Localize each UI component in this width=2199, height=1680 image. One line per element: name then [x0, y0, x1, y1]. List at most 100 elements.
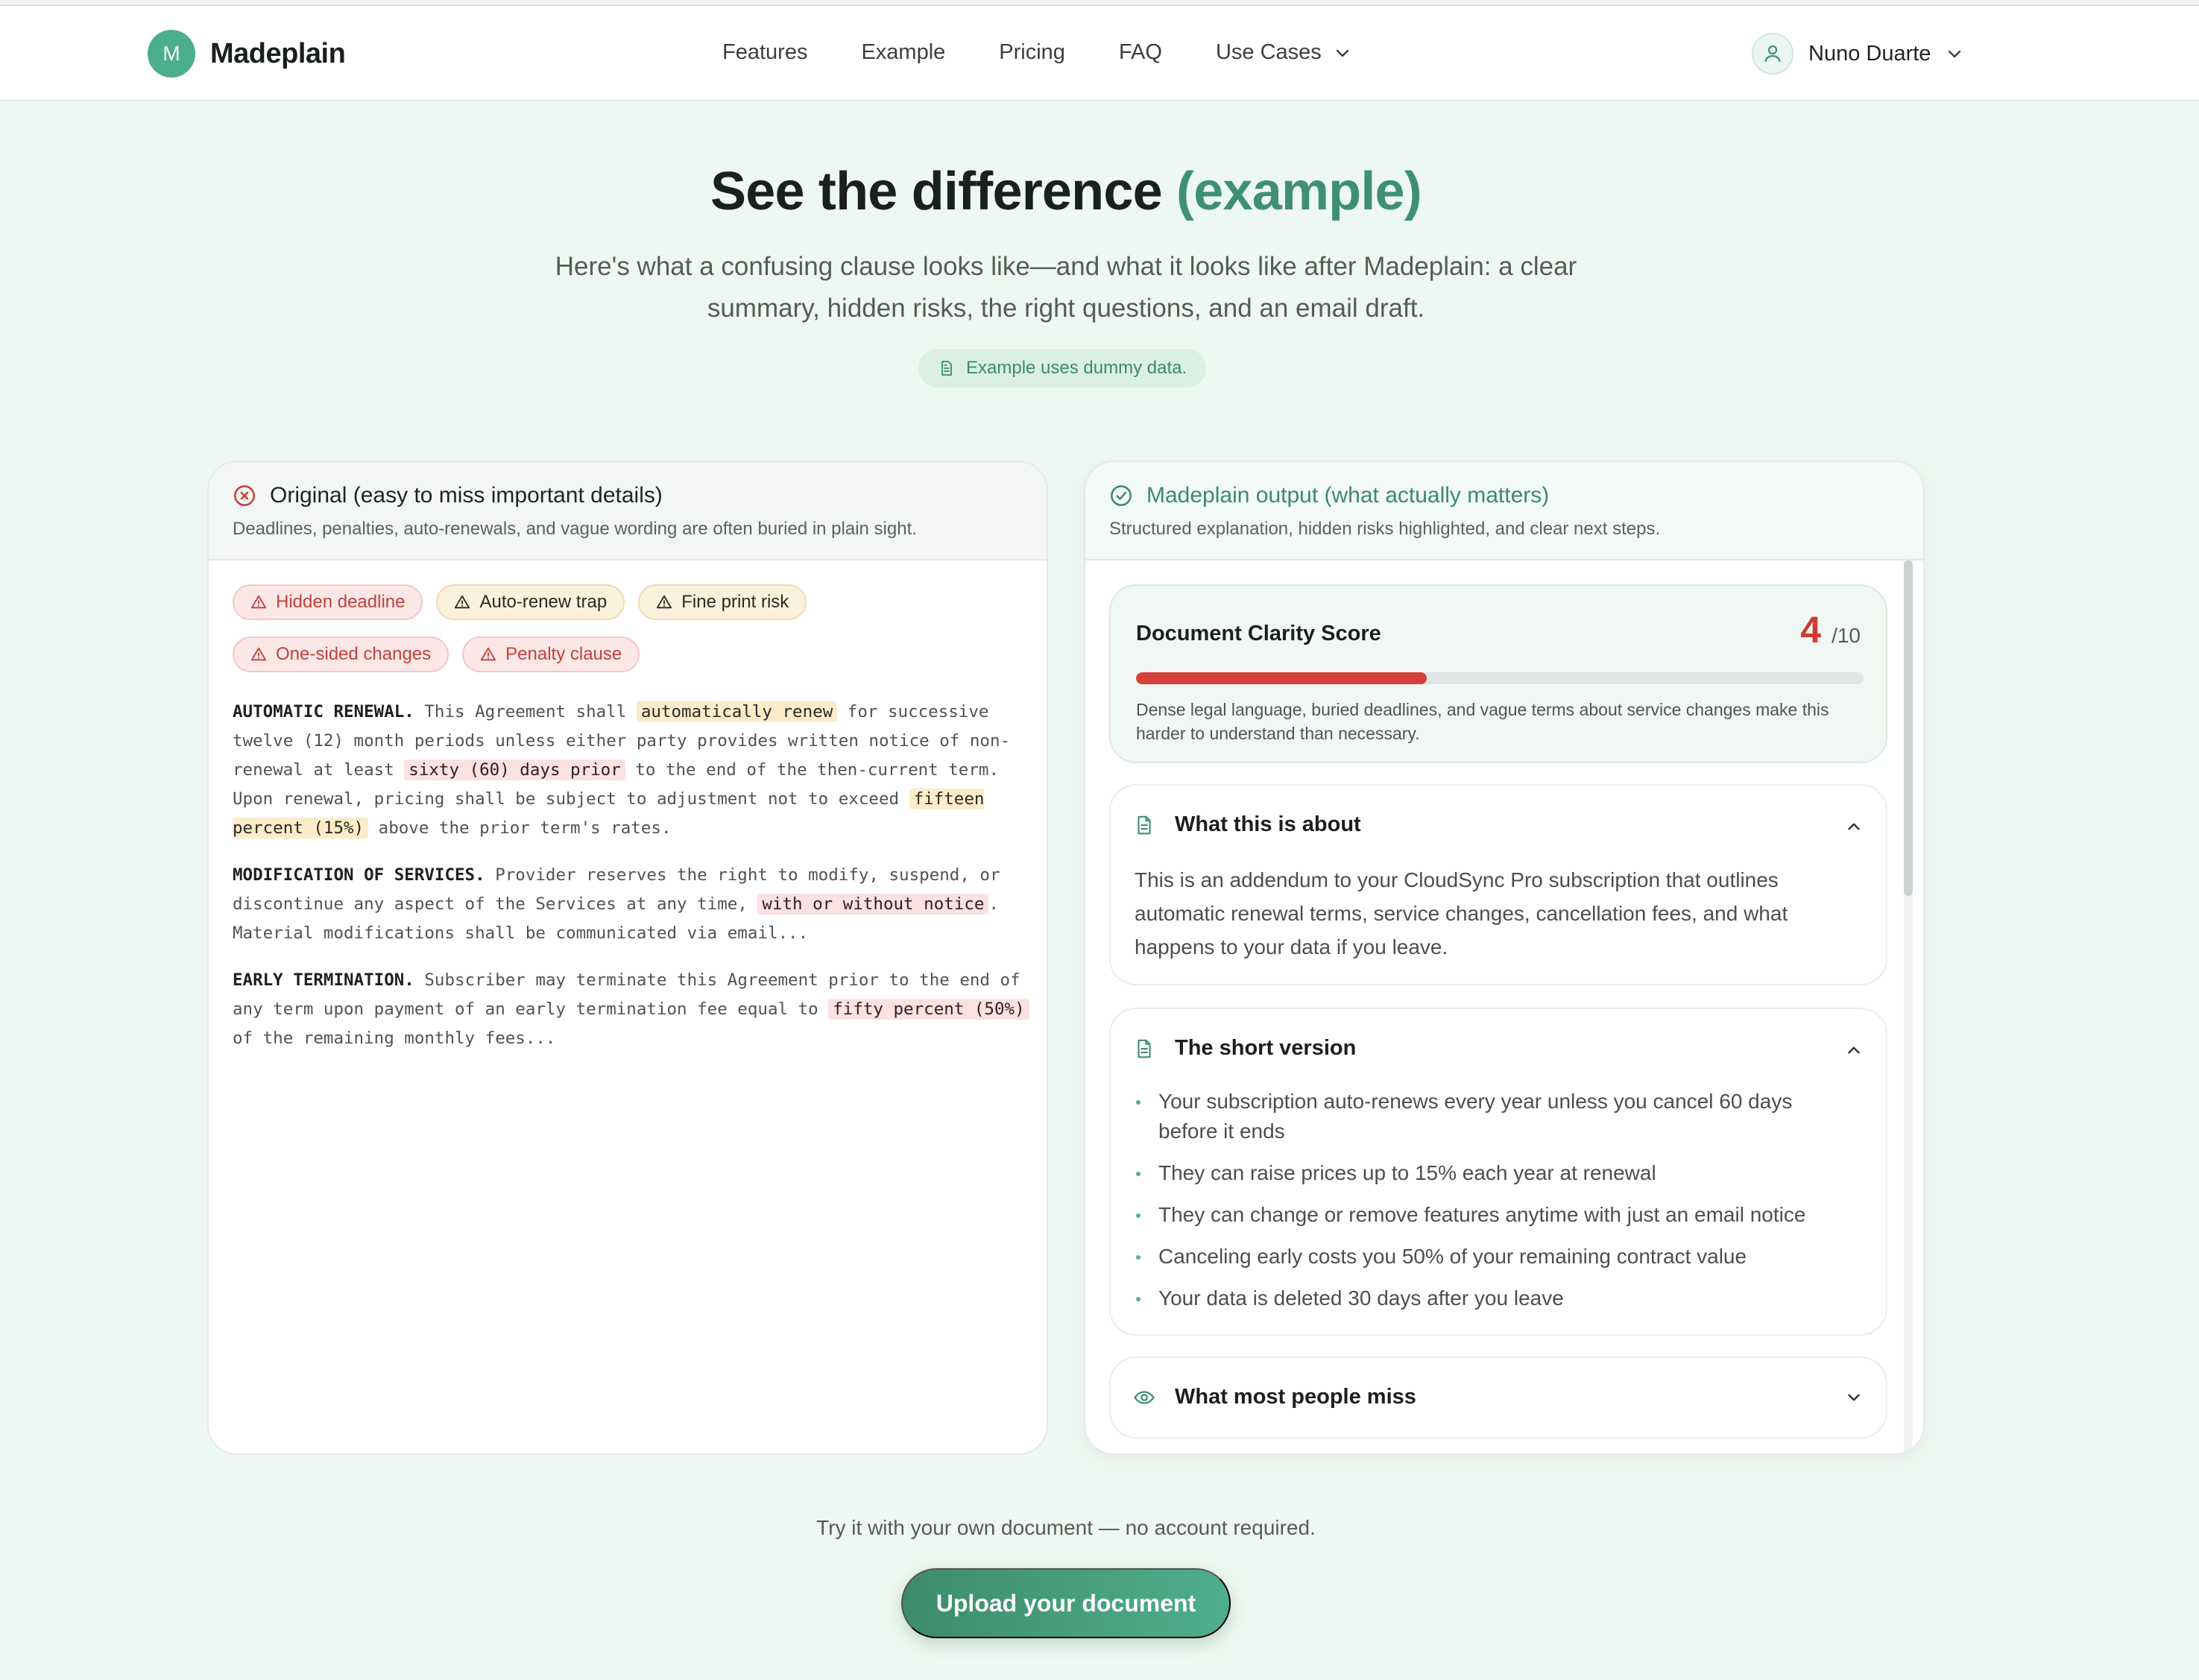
original-card-header: Original (easy to miss important details…	[209, 462, 1047, 560]
highlight-red: with or without notice	[757, 894, 989, 915]
brand-badge: M	[148, 30, 195, 78]
highlight-red: fifty percent (50%)	[828, 999, 1029, 1020]
window-top-edge	[0, 0, 2199, 6]
section-title: The short version	[1175, 1036, 1357, 1060]
output-card: Madeplain output (what actually matters)…	[1084, 461, 1925, 1455]
risk-tags-row-2: One-sided changes Penalty clause	[233, 637, 1023, 672]
clarity-score-number: 4	[1800, 609, 1822, 651]
list-item: Your data is deleted 30 days after you l…	[1135, 1283, 1850, 1313]
clarity-score-bar	[1136, 672, 1864, 684]
page-title: See the difference (example)	[0, 161, 2132, 222]
list-item: They can change or remove features anyti…	[1135, 1200, 1850, 1230]
nav-example[interactable]: Example	[861, 40, 945, 65]
section-header: What this is about	[1133, 812, 1361, 837]
warning-icon	[657, 595, 672, 609]
risk-tags-row-1: Hidden deadline Auto-renew trap Fine pri…	[233, 584, 1023, 620]
top-navbar: M Madeplain Features Example Pricing FAQ…	[0, 6, 2199, 101]
tag-label: Hidden deadline	[276, 592, 406, 612]
nav-pricing[interactable]: Pricing	[999, 40, 1065, 65]
section-header: What most people miss	[1133, 1385, 1416, 1409]
chevron-up-icon[interactable]	[1844, 1040, 1864, 1060]
clarity-score-fill	[1136, 672, 1427, 684]
warning-icon	[250, 647, 267, 661]
nav-features[interactable]: Features	[722, 40, 807, 65]
clause-heading: AUTOMATIC RENEWAL.	[233, 702, 414, 721]
original-desc: Deadlines, penalties, auto-renewals, and…	[233, 519, 917, 539]
clause-modification-of-services: MODIFICATION OF SERVICES. Provider reser…	[233, 861, 1032, 948]
warning-icon	[481, 647, 496, 661]
output-title: Madeplain output (what actually matters)	[1109, 483, 1899, 508]
user-icon	[1764, 45, 1781, 63]
try-it-text: Try it with your own document — no accou…	[816, 1516, 1316, 1539]
original-card: Original (easy to miss important details…	[207, 461, 1048, 1455]
x-circle-icon	[234, 485, 255, 506]
output-scrollbar-thumb[interactable]	[1904, 560, 1913, 896]
section-title: What this is about	[1175, 812, 1361, 836]
page-subtitle: Here's what a confusing clause looks lik…	[555, 252, 1577, 323]
section-header: The short version	[1133, 1036, 1356, 1061]
brand-name: Madeplain	[210, 37, 346, 69]
title-accent: (example)	[1176, 162, 1422, 221]
document-icon	[1138, 1039, 1151, 1058]
clarity-score-card: Document Clarity Score 4 /10 Dense legal…	[1109, 584, 1887, 763]
tag-fine-print-risk: Fine print risk	[638, 584, 807, 620]
section-short-version[interactable]: The short version Your subscription auto…	[1109, 1008, 1887, 1336]
user-menu[interactable]: Nuno Duarte	[1752, 33, 1963, 75]
chevron-down-icon	[1949, 50, 1961, 58]
tag-penalty-clause: Penalty clause	[462, 637, 640, 672]
clause-heading: MODIFICATION OF SERVICES.	[233, 865, 485, 885]
chevron-down-icon[interactable]	[1844, 1388, 1864, 1407]
section-what-this-is-about[interactable]: What this is about This is an addendum t…	[1109, 784, 1887, 985]
clause-automatic-renewal: AUTOMATIC RENEWAL. This Agreement shall …	[233, 698, 1032, 843]
list-item: Your subscription auto-renews every year…	[1135, 1087, 1850, 1146]
tag-label: Fine print risk	[681, 592, 789, 612]
main-nav: Features Example Pricing FAQ Use Cases	[722, 40, 1351, 65]
section-what-most-people-miss[interactable]: What most people miss	[1109, 1357, 1887, 1439]
eye-icon	[1134, 1390, 1155, 1404]
clarity-score-label: Document Clarity Score	[1136, 622, 1381, 645]
short-version-list: Your subscription auto-renews every year…	[1135, 1087, 1850, 1325]
tag-one-sided-changes: One-sided changes	[233, 637, 449, 672]
warning-icon	[455, 595, 470, 609]
clarity-score-max: /10	[1832, 624, 1861, 647]
chevron-down-icon	[1336, 49, 1348, 57]
user-name: Nuno Duarte	[1808, 41, 1931, 66]
highlight-red: sixty (60) days prior	[404, 760, 625, 780]
brand-logo[interactable]: M Madeplain	[148, 30, 346, 78]
title-main: See the difference	[710, 162, 1163, 221]
list-item: They can raise prices up to 15% each yea…	[1135, 1158, 1850, 1188]
output-title-text: Madeplain output (what actually matters)	[1146, 483, 1550, 508]
highlight-amber: automatically renew	[636, 701, 838, 722]
warning-icon	[250, 595, 267, 609]
output-scrollbar[interactable]	[1904, 560, 1913, 1453]
section-title: What most people miss	[1175, 1385, 1416, 1409]
output-desc: Structured explanation, hidden risks hig…	[1109, 519, 1661, 539]
clause-text: above the prior term's rates.	[368, 818, 672, 838]
chevron-up-icon[interactable]	[1844, 817, 1864, 836]
nav-faq[interactable]: FAQ	[1119, 40, 1162, 65]
legal-text: AUTOMATIC RENEWAL. This Agreement shall …	[233, 698, 1032, 1071]
document-icon	[941, 361, 952, 376]
clarity-score-desc: Dense legal language, buried deadlines, …	[1136, 700, 1829, 743]
nav-use-cases-dropdown[interactable]: Use Cases	[1216, 40, 1351, 65]
dummy-data-badge: Example uses dummy data.	[918, 349, 1207, 388]
original-title-text: Original (easy to miss important details…	[270, 483, 663, 508]
clarity-score-value: 4 /10	[1800, 608, 1861, 651]
upload-document-button[interactable]: Upload your document	[901, 1568, 1231, 1638]
tag-label: Auto-renew trap	[479, 592, 608, 612]
tag-label: Penalty clause	[505, 644, 622, 664]
clause-text: of the remaining monthly fees...	[233, 1029, 556, 1048]
clause-text: This Agreement shall	[414, 702, 637, 721]
section-body: This is an addendum to your CloudSync Pr…	[1135, 868, 1788, 959]
check-circle-icon	[1111, 485, 1132, 506]
dummy-data-text: Example uses dummy data.	[966, 358, 1187, 378]
document-icon	[1138, 815, 1151, 834]
nav-use-cases-label: Use Cases	[1215, 40, 1322, 64]
output-card-header: Madeplain output (what actually matters)…	[1085, 462, 1923, 560]
tag-label: One-sided changes	[276, 644, 432, 664]
original-title: Original (easy to miss important details…	[233, 483, 1023, 508]
list-item: Canceling early costs you 50% of your re…	[1135, 1242, 1850, 1272]
tag-hidden-deadline: Hidden deadline	[233, 584, 423, 620]
tag-auto-renew-trap: Auto-renew trap	[436, 584, 625, 620]
clause-heading: EARLY TERMINATION.	[233, 970, 414, 990]
